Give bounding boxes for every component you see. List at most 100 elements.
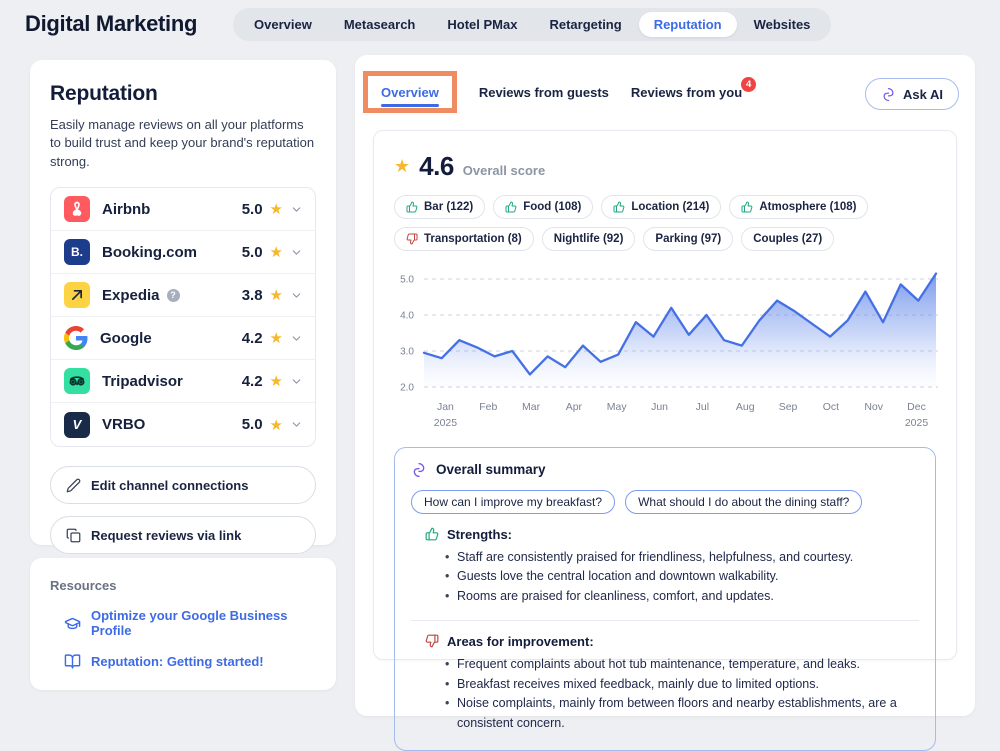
tab-reviews-from-you[interactable]: Reviews from you4 [631, 85, 742, 100]
platform-row-vrbo[interactable]: VVRBO5.0★ [51, 403, 315, 446]
star-icon: ★ [270, 286, 283, 304]
star-icon: ★ [270, 416, 283, 434]
strengths-list: Staff are consistently praised for frien… [425, 548, 919, 607]
platform-name: Tripadvisor [102, 373, 183, 390]
chevron-down-icon[interactable] [290, 418, 303, 431]
chip-atmosphere[interactable]: Atmosphere (108) [729, 195, 868, 219]
month-tick-jun: Jun [638, 400, 681, 432]
platform-row-airbnb[interactable]: Airbnb5.0★ [51, 188, 315, 231]
improvements-header: Areas for improvement: [425, 634, 919, 649]
app-title: Digital Marketing [25, 11, 197, 37]
chip-nightlife[interactable]: Nightlife (92) [542, 227, 636, 251]
strength-item: Staff are consistently praised for frien… [457, 548, 919, 568]
strength-item: Rooms are praised for cleanliness, comfo… [457, 587, 919, 607]
thumbs-up-icon [741, 201, 753, 213]
resources-panel: Resources Optimize your Google Business … [30, 558, 336, 690]
star-icon: ★ [270, 200, 283, 218]
improvement-item: Frequent complaints about hot tub mainte… [457, 655, 919, 675]
platform-score: 4.2 [242, 330, 263, 347]
copy-icon [66, 528, 81, 543]
reputation-content-panel: Overview Reviews from guests Reviews from … [355, 55, 975, 716]
platform-row-google[interactable]: Google4.2★ [51, 317, 315, 360]
month-tick-jan: Jan2025 [424, 400, 467, 432]
airbnb-icon [64, 196, 90, 222]
button-label: Edit channel connections [91, 478, 248, 493]
sidebar-title: Reputation [50, 82, 316, 106]
platform-row-booking[interactable]: B.Booking.com5.0★ [51, 231, 315, 274]
chip-location[interactable]: Location (214) [601, 195, 721, 219]
month-tick-mar: Mar [510, 400, 553, 432]
chip-label: Transportation (8) [424, 233, 522, 245]
chip-label: Parking (97) [655, 233, 721, 245]
chip-label: Couples (27) [753, 233, 822, 245]
nav-tab-retargeting[interactable]: Retargeting [534, 12, 636, 37]
overall-summary: Overall summary How can I improve my bre… [394, 447, 936, 751]
chip-parking[interactable]: Parking (97) [643, 227, 733, 251]
resource-link-label: Reputation: Getting started! [91, 654, 264, 669]
svg-text:2.0: 2.0 [400, 383, 414, 394]
chip-couples[interactable]: Couples (27) [741, 227, 834, 251]
star-icon: ★ [270, 329, 283, 347]
summary-title: Overall summary [436, 462, 546, 477]
thumbs-up-icon [425, 527, 439, 541]
suggestion-chip[interactable]: How can I improve my breakfast? [411, 490, 615, 514]
reputation-sidebar: Reputation Easily manage reviews on all … [30, 60, 336, 545]
month-tick-oct: Oct [809, 400, 852, 432]
resource-link[interactable]: Optimize your Google Business Profile [64, 608, 316, 638]
pencil-icon [66, 478, 81, 493]
ask-ai-label: Ask AI [903, 87, 943, 102]
svg-text:5.0: 5.0 [400, 275, 414, 286]
chevron-down-icon[interactable] [290, 289, 303, 302]
chevron-down-icon[interactable] [290, 375, 303, 388]
month-tick-feb: Feb [467, 400, 510, 432]
star-icon: ★ [270, 243, 283, 261]
ask-ai-button[interactable]: Ask AI [865, 78, 959, 110]
tab-overview[interactable]: Overview [381, 85, 439, 100]
chip-label: Food (108) [523, 201, 581, 213]
platform-row-tripadvisor[interactable]: Tripadvisor4.2★ [51, 360, 315, 403]
chevron-down-icon[interactable] [290, 203, 303, 216]
notification-badge: 4 [741, 77, 756, 92]
improvements-section: Areas for improvement: Frequent complain… [411, 634, 919, 734]
strengths-title: Strengths: [447, 527, 512, 542]
chart-month-axis: Jan2025FebMarAprMayJunJulAugSepOctNovDec… [424, 400, 938, 432]
chevron-down-icon[interactable] [290, 246, 303, 259]
edit-channel-connections-button[interactable]: Edit channel connections [50, 466, 316, 504]
month-tick-may: May [595, 400, 638, 432]
tripadvisor-icon [64, 368, 90, 394]
chip-transportation[interactable]: Transportation (8) [394, 227, 534, 251]
request-reviews-via-link-button[interactable]: Request reviews via link [50, 516, 316, 554]
improvement-item: Breakfast receives mixed feedback, mainl… [457, 675, 919, 695]
month-tick-nov: Nov [852, 400, 895, 432]
nav-tab-metasearch[interactable]: Metasearch [329, 12, 431, 37]
tab-reviews-from-guests[interactable]: Reviews from guests [479, 85, 609, 100]
improvements-title: Areas for improvement: [447, 634, 594, 649]
thumbs-up-icon [613, 201, 625, 213]
nav-tab-websites[interactable]: Websites [739, 12, 826, 37]
nav-tab-hotel-pmax[interactable]: Hotel PMax [432, 12, 532, 37]
thumbs-down-icon [406, 233, 418, 245]
platform-name: VRBO [102, 416, 145, 433]
month-tick-dec: Dec2025 [895, 400, 938, 432]
ratings-trend-chart: 5.04.03.02.0 Jan2025FebMarAprMayJunJulAu… [394, 265, 936, 432]
chip-bar[interactable]: Bar (122) [394, 195, 485, 219]
ai-swirl-icon [411, 462, 427, 478]
nav-tab-overview[interactable]: Overview [239, 12, 327, 37]
help-icon[interactable]: ? [167, 289, 180, 302]
summary-divider [411, 620, 919, 621]
month-tick-aug: Aug [724, 400, 767, 432]
svg-text:3.0: 3.0 [400, 347, 414, 358]
resource-link[interactable]: Reputation: Getting started! [64, 653, 316, 670]
star-icon: ★ [270, 372, 283, 390]
strengths-section: Strengths: Staff are consistently praise… [411, 527, 919, 607]
suggestion-chip[interactable]: What should I do about the dining staff? [625, 490, 862, 514]
platform-row-expedia[interactable]: Expedia?3.8★ [51, 274, 315, 317]
chip-food[interactable]: Food (108) [493, 195, 593, 219]
book-icon [64, 653, 81, 670]
expedia-icon [64, 282, 90, 308]
platform-score: 3.8 [242, 287, 263, 304]
chevron-down-icon[interactable] [290, 332, 303, 345]
main-nav: OverviewMetasearchHotel PMaxRetargetingR… [233, 8, 831, 41]
strength-item: Guests love the central location and dow… [457, 567, 919, 587]
nav-tab-reputation[interactable]: Reputation [639, 12, 737, 37]
